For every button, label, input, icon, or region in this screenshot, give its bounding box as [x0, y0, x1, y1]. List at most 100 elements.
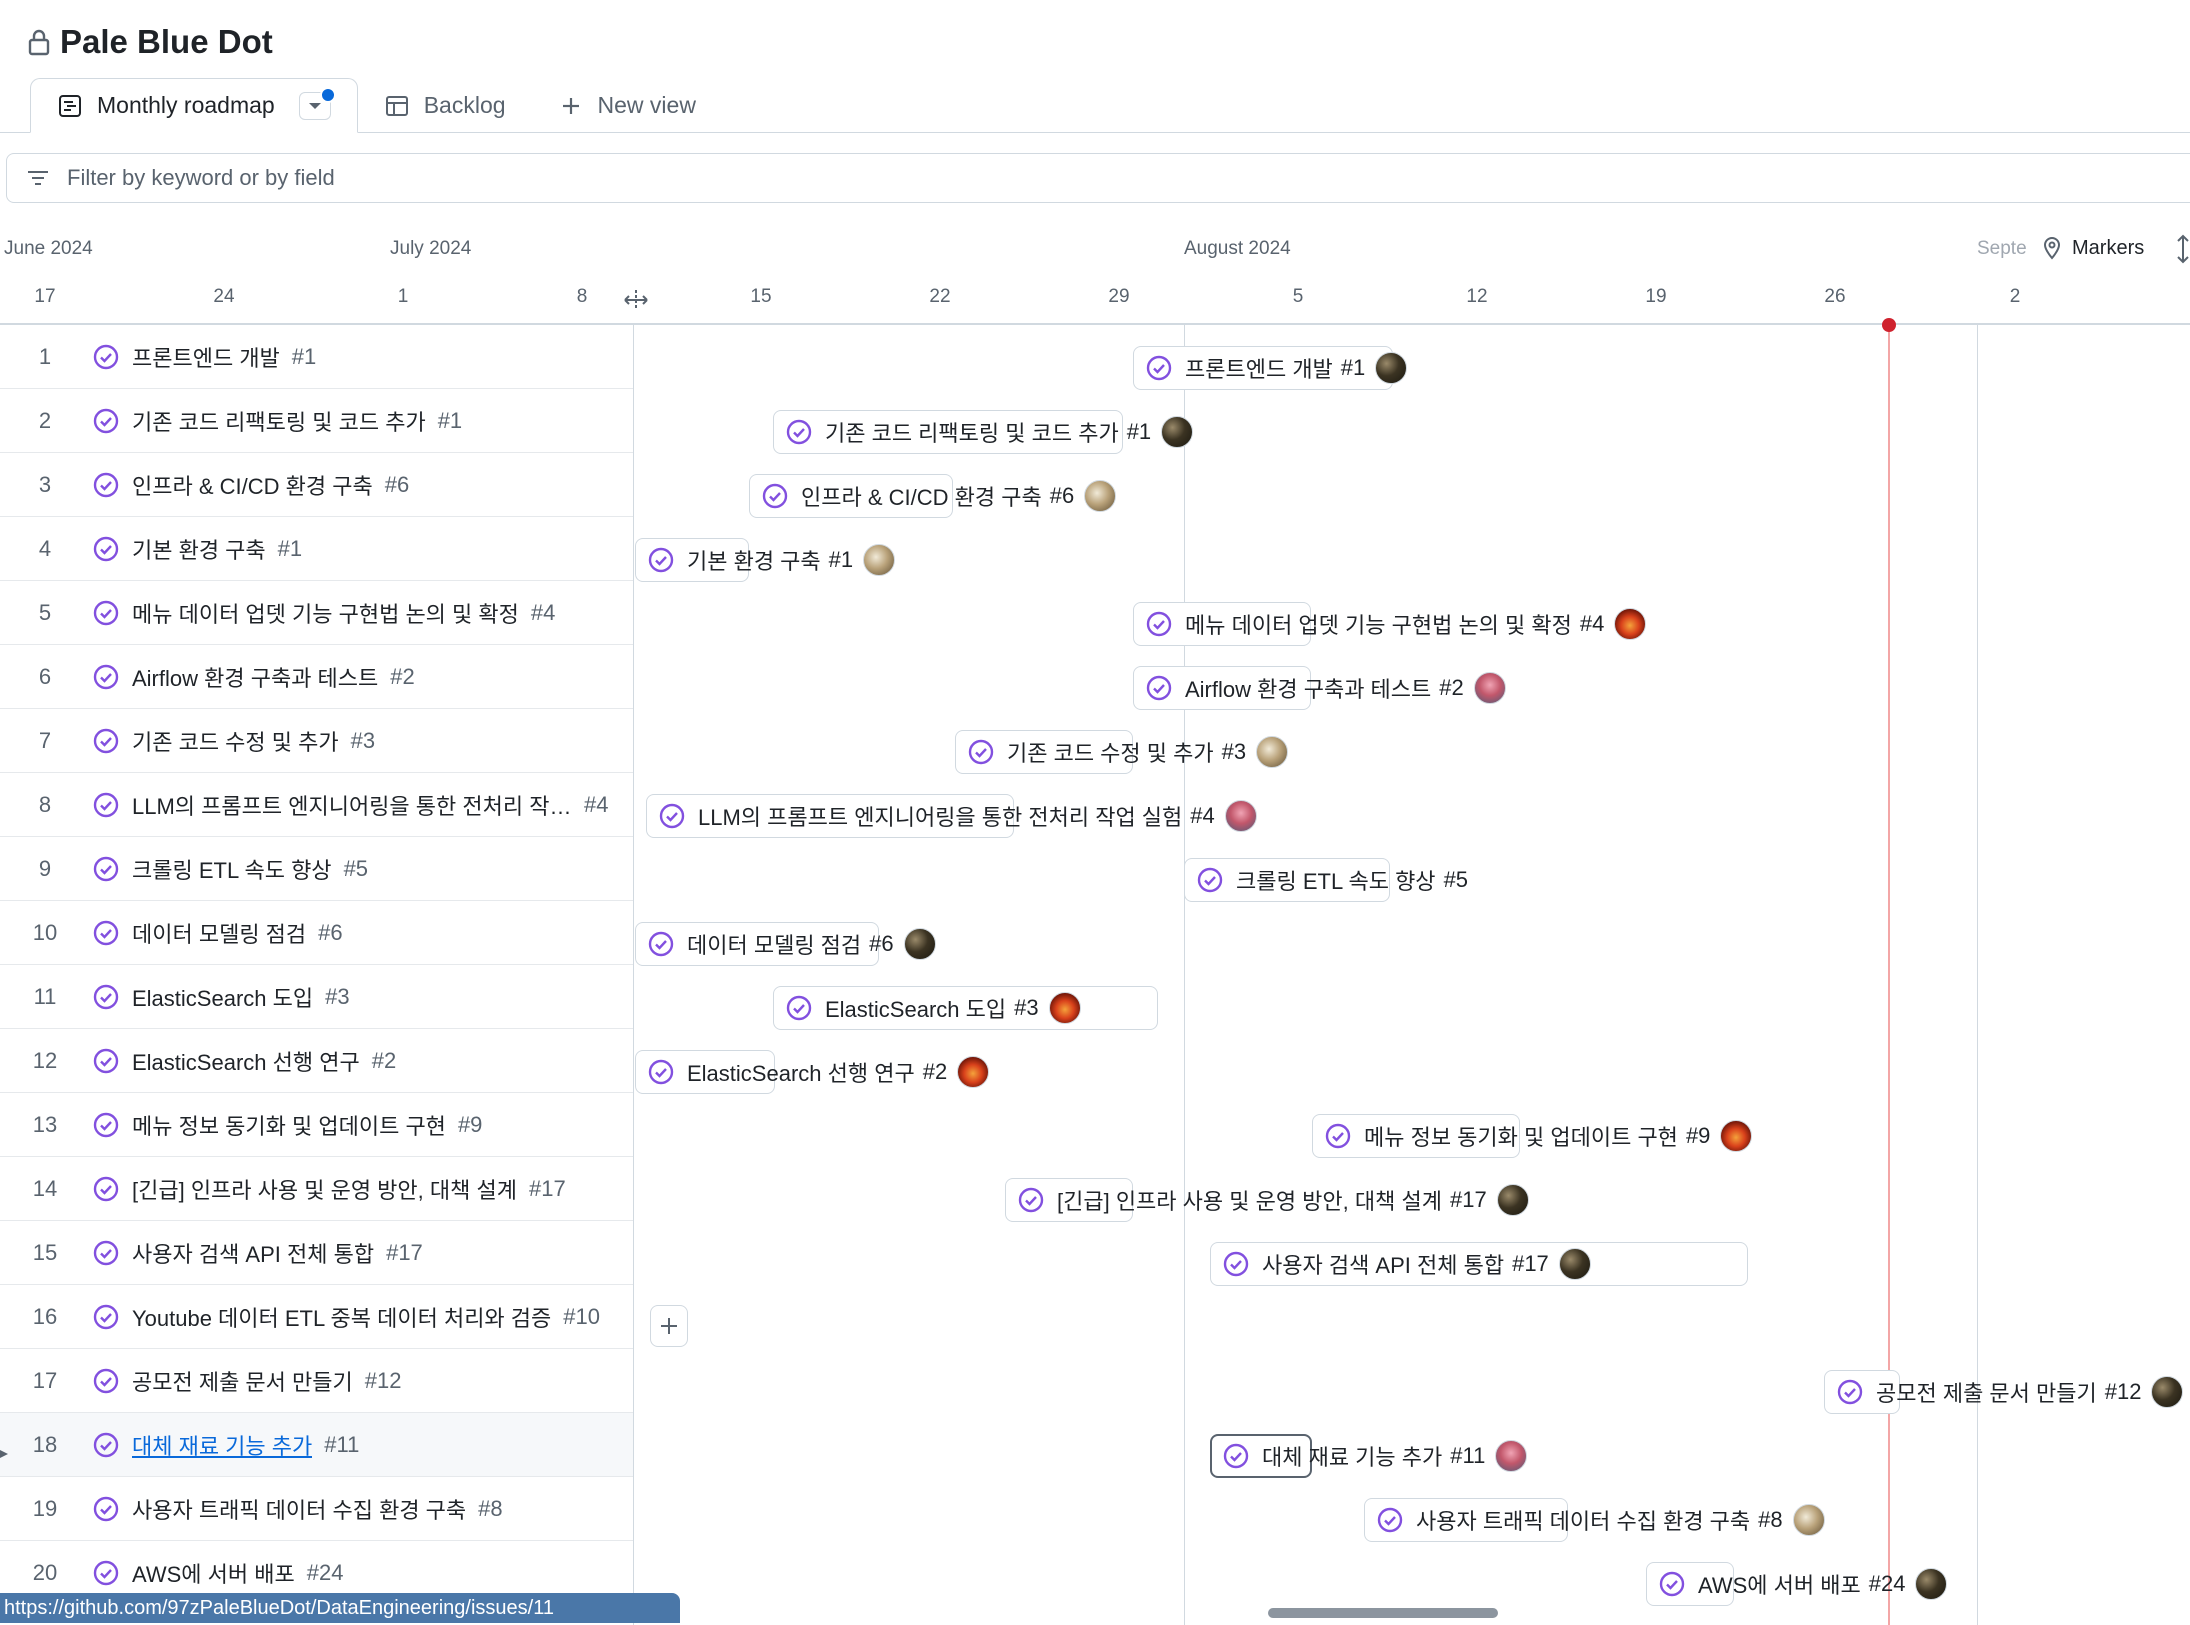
avatar[interactable] [1496, 1184, 1529, 1216]
issue-number: #5 [343, 855, 369, 881]
roadmap-bar-label[interactable]: ElasticSearch 선행 연구 #2 [647, 1050, 990, 1094]
roadmap-bar-label[interactable]: 사용자 검색 API 전체 통합 #17 [1222, 1242, 1591, 1286]
avatar[interactable] [1256, 736, 1289, 768]
table-row[interactable]: 9 크롤링 ETL 속도 향상 #5 [0, 837, 633, 901]
roadmap-bar-label[interactable]: 대체 재료 기능 추가 #11 [1222, 1434, 1528, 1478]
item-title[interactable]: 메뉴 정보 동기화 및 업데이트 구현 [132, 1109, 446, 1141]
avatar[interactable] [1495, 1440, 1528, 1472]
expand-vertical-icon[interactable] [2175, 233, 2190, 265]
avatar[interactable] [2151, 1376, 2184, 1408]
table-row[interactable]: 3 인프라 & CI/CD 환경 구축 #6 [0, 453, 633, 517]
tab-backlog[interactable]: Backlog [358, 78, 532, 133]
bar-title: 인프라 & CI/CD 환경 구축 [801, 485, 1042, 510]
roadmap-bar-label[interactable]: 데이터 모델링 점검 #6 [647, 922, 936, 966]
table-row[interactable]: 6 Airflow 환경 구축과 테스트 #2 [0, 645, 633, 709]
table-row[interactable]: 5 메뉴 데이터 업뎃 기능 구현법 논의 및 확정 #4 [0, 581, 633, 645]
avatar[interactable] [1614, 608, 1647, 640]
tab-monthly-roadmap[interactable]: Monthly roadmap [30, 78, 358, 133]
add-dates-button[interactable] [650, 1305, 688, 1347]
caret-left-icon[interactable] [0, 1444, 14, 1464]
item-title[interactable]: ElasticSearch 도입 [132, 981, 313, 1013]
table-row[interactable]: 8 LLM의 프롬프트 엔지니어링을 통한 전처리 작업... #4 [0, 773, 633, 837]
roadmap-bar-label[interactable]: 메뉴 데이터 업뎃 기능 구현법 논의 및 확정 #4 [1145, 602, 1647, 646]
roadmap-bar-label[interactable]: LLM의 프롬프트 엔지니어링을 통한 전처리 작업 실험 #4 [658, 794, 1257, 838]
bar-title: 기본 환경 구축 [687, 549, 821, 574]
item-title[interactable]: 기존 코드 수정 및 추가 [132, 725, 339, 757]
item-title[interactable]: Youtube 데이터 ETL 중복 데이터 처리와 검증 [132, 1301, 551, 1333]
item-title[interactable]: Airflow 환경 구축과 테스트 [132, 661, 378, 693]
table-row[interactable]: 12 ElasticSearch 선행 연구 #2 [0, 1029, 633, 1093]
table-row[interactable]: 2 기존 코드 리팩토링 및 코드 추가 #1 [0, 389, 633, 453]
bar-title: LLM의 프롬프트 엔지니어링을 통한 전처리 작업 실험 [698, 805, 1183, 830]
table-row[interactable]: 10 데이터 모델링 점검 #6 [0, 901, 633, 965]
item-title[interactable]: 인프라 & CI/CD 환경 구축 [132, 469, 373, 501]
roadmap-bar-label[interactable]: 프론트엔드 개발 #1 [1145, 346, 1408, 390]
table-row[interactable]: 19 사용자 트래픽 데이터 수집 환경 구축 #8 [0, 1477, 633, 1541]
roadmap-bar-label[interactable]: AWS에 서버 배포 #24 [1658, 1562, 1948, 1606]
table-row[interactable]: 17 공모전 제출 문서 만들기 #12 [0, 1349, 633, 1413]
avatar[interactable] [1048, 992, 1081, 1024]
avatar[interactable] [1224, 800, 1257, 832]
table-row[interactable]: 18 대체 재료 기능 추가 #11 [0, 1413, 633, 1477]
item-title[interactable]: 기존 코드 리팩토링 및 코드 추가 [132, 405, 426, 437]
view-options-button[interactable] [298, 86, 336, 120]
item-title[interactable]: 사용자 검색 API 전체 통합 [132, 1237, 374, 1269]
month-label: June 2024 [4, 238, 93, 259]
avatar[interactable] [1720, 1120, 1753, 1152]
roadmap-bar-label[interactable]: 공모전 제출 문서 만들기 #12 [1836, 1370, 2184, 1414]
roadmap-bar-label[interactable]: 인프라 & CI/CD 환경 구축 #6 [761, 474, 1117, 518]
roadmap-bar-label[interactable]: 기존 코드 리팩토링 및 코드 추가 #1 [785, 410, 1194, 454]
avatar[interactable] [1473, 672, 1506, 704]
item-title[interactable]: 공모전 제출 문서 만들기 [132, 1365, 353, 1397]
closed-issue-icon [1325, 1123, 1351, 1149]
item-title[interactable]: 기본 환경 구축 [132, 533, 266, 565]
item-title[interactable]: LLM의 프롬프트 엔지니어링을 통한 전처리 작업... [132, 789, 572, 821]
closed-issue-icon [93, 1496, 119, 1521]
avatar[interactable] [1084, 480, 1117, 512]
avatar[interactable] [1792, 1504, 1825, 1536]
item-title[interactable]: 프론트엔드 개발 [132, 341, 280, 373]
item-title[interactable]: 메뉴 데이터 업뎃 기능 구현법 논의 및 확정 [132, 597, 519, 629]
markers-button[interactable]: Markers [2040, 236, 2144, 260]
avatar[interactable] [957, 1056, 990, 1088]
today-marker-line [1888, 325, 1890, 1625]
table-row[interactable]: 13 메뉴 정보 동기화 및 업데이트 구현 #9 [0, 1093, 633, 1157]
new-view-button[interactable]: New view [532, 78, 722, 133]
table-row[interactable]: 14 [긴급] 인프라 사용 및 운영 방안, 대책 설계 #17 [0, 1157, 633, 1221]
avatar[interactable] [1375, 352, 1408, 384]
month-label: July 2024 [390, 238, 472, 259]
filter-input[interactable]: Filter by keyword or by field [6, 153, 2190, 203]
roadmap-bar-label[interactable]: 크롤링 ETL 속도 향상 #5 [1196, 858, 1468, 902]
column-resize-handle[interactable] [623, 287, 649, 313]
avatar[interactable] [903, 928, 936, 960]
roadmap-bar-label[interactable]: ElasticSearch 도입 #3 [785, 986, 1081, 1030]
roadmap-bar-label[interactable]: Airflow 환경 구축과 테스트 #2 [1145, 666, 1506, 710]
roadmap-bar-label[interactable]: 기본 환경 구축 #1 [647, 538, 896, 582]
item-title[interactable]: 크롤링 ETL 속도 향상 [132, 853, 332, 885]
item-title[interactable]: 사용자 트래픽 데이터 수집 환경 구축 [132, 1493, 466, 1525]
table-row[interactable]: 16 Youtube 데이터 ETL 중복 데이터 처리와 검증 #10 [0, 1285, 633, 1349]
avatar[interactable] [1558, 1248, 1591, 1280]
avatar[interactable] [863, 544, 896, 576]
horizontal-scrollbar[interactable] [1268, 1608, 1498, 1618]
closed-issue-icon [1146, 355, 1172, 381]
item-title[interactable]: [긴급] 인프라 사용 및 운영 방안, 대책 설계 [132, 1173, 517, 1205]
roadmap-bar-label[interactable]: 메뉴 정보 동기화 및 업데이트 구현 #9 [1324, 1114, 1753, 1158]
avatar[interactable] [1915, 1568, 1948, 1600]
roadmap-bar-label[interactable]: 사용자 트래픽 데이터 수집 환경 구축 #8 [1376, 1498, 1825, 1542]
table-row[interactable]: 4 기본 환경 구축 #1 [0, 517, 633, 581]
item-title-link[interactable]: 대체 재료 기능 추가 [132, 1429, 312, 1461]
table-row[interactable]: 15 사용자 검색 API 전체 통합 #17 [0, 1221, 633, 1285]
avatar[interactable] [1161, 416, 1194, 448]
item-title[interactable]: 데이터 모델링 점검 [132, 917, 306, 949]
table-row[interactable]: 1 프론트엔드 개발 #1 [0, 325, 633, 389]
day-label: 24 [213, 286, 235, 307]
roadmap-bar-label[interactable]: [긴급] 인프라 사용 및 운영 방안, 대책 설계 #17 [1017, 1178, 1529, 1222]
item-title[interactable]: AWS에 서버 배포 [132, 1557, 295, 1589]
table-row[interactable]: 7 기존 코드 수정 및 추가 #3 [0, 709, 633, 773]
roadmap-bar-label[interactable]: 기존 코드 수정 및 추가 #3 [967, 730, 1289, 774]
filter-placeholder: Filter by keyword or by field [67, 165, 335, 190]
table-row[interactable]: 11 ElasticSearch 도입 #3 [0, 965, 633, 1029]
item-title[interactable]: ElasticSearch 선행 연구 [132, 1045, 360, 1077]
row-number: 4 [38, 535, 52, 561]
